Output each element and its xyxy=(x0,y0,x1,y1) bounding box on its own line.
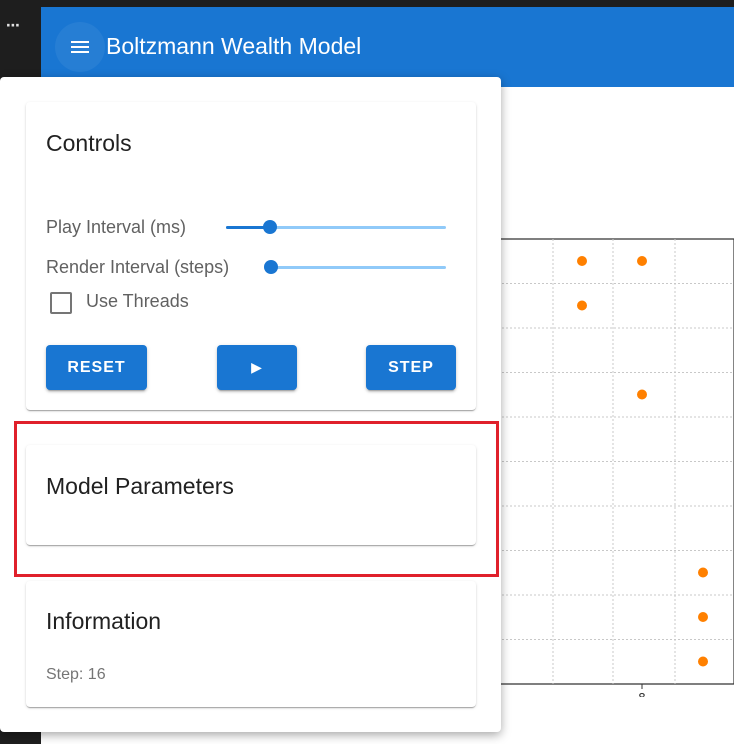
controls-title: Controls xyxy=(46,130,132,156)
grid-plot-canvas: 8 xyxy=(471,238,734,697)
render-interval-slider[interactable] xyxy=(264,260,446,274)
menu-button[interactable] xyxy=(55,22,105,72)
information-title: Information xyxy=(46,608,162,634)
agent-point xyxy=(637,256,647,266)
play-interval-slider-thumb[interactable] xyxy=(263,220,277,234)
step-counter: Step: 16 xyxy=(46,666,106,683)
play-interval-label: Play Interval (ms) xyxy=(46,217,187,237)
agent-point xyxy=(577,300,587,311)
agent-point xyxy=(698,567,708,578)
information-card: Information Step: 16 xyxy=(26,581,476,707)
render-interval-slider-thumb[interactable] xyxy=(264,260,278,274)
agent-point xyxy=(698,656,708,667)
side-drawer: Controls Play Interval (ms) Render Inter… xyxy=(0,77,501,732)
play-button[interactable]: ▶ xyxy=(217,345,297,390)
controls-card: Controls Play Interval (ms) Render Inter… xyxy=(26,102,476,410)
app-title: Boltzmann Wealth Model xyxy=(106,33,362,59)
highlight-box xyxy=(14,421,499,577)
hamburger-menu-icon xyxy=(71,41,89,53)
more-options-icon[interactable]: ⋯ xyxy=(6,18,20,32)
use-threads-label: Use Threads xyxy=(86,291,189,311)
agent-point xyxy=(637,389,647,400)
x-tick-label: 8 xyxy=(638,691,646,697)
grid-plot: 8 xyxy=(471,231,734,697)
app-bar: Boltzmann Wealth Model xyxy=(41,7,734,87)
agent-point xyxy=(577,256,587,266)
step-button[interactable]: STEP xyxy=(366,345,456,390)
reset-button[interactable]: RESET xyxy=(46,345,147,390)
agent-point xyxy=(698,612,708,622)
render-interval-label: Render Interval (steps) xyxy=(46,257,230,277)
use-threads-checkbox[interactable] xyxy=(50,292,72,314)
play-interval-slider[interactable] xyxy=(226,220,446,234)
